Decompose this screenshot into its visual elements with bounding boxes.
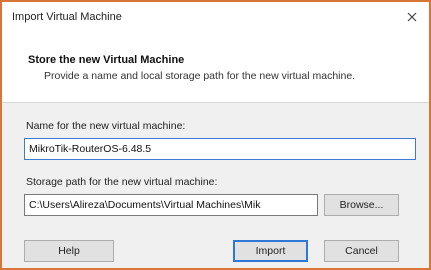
window-title: Import Virtual Machine bbox=[12, 11, 122, 23]
wizard-header: Store the new Virtual Machine Provide a … bbox=[2, 32, 429, 103]
cancel-button[interactable]: Cancel bbox=[324, 240, 399, 262]
help-button[interactable]: Help bbox=[24, 240, 114, 262]
header-title: Store the new Virtual Machine bbox=[28, 54, 185, 66]
vm-name-input[interactable]: MikroTik-RouterOS-6.48.5 bbox=[24, 138, 416, 160]
close-icon[interactable] bbox=[403, 8, 421, 26]
name-label: Name for the new virtual machine: bbox=[26, 120, 186, 132]
title-bar: Import Virtual Machine bbox=[2, 2, 429, 32]
browse-button[interactable]: Browse... bbox=[324, 194, 399, 216]
header-subtitle: Provide a name and local storage path fo… bbox=[44, 70, 356, 82]
import-button[interactable]: Import bbox=[233, 240, 308, 262]
import-vm-dialog: Import Virtual Machine Store the new Vir… bbox=[0, 0, 431, 270]
storage-path-input[interactable]: C:\Users\Alireza\Documents\Virtual Machi… bbox=[24, 194, 318, 216]
path-label: Storage path for the new virtual machine… bbox=[26, 176, 218, 188]
